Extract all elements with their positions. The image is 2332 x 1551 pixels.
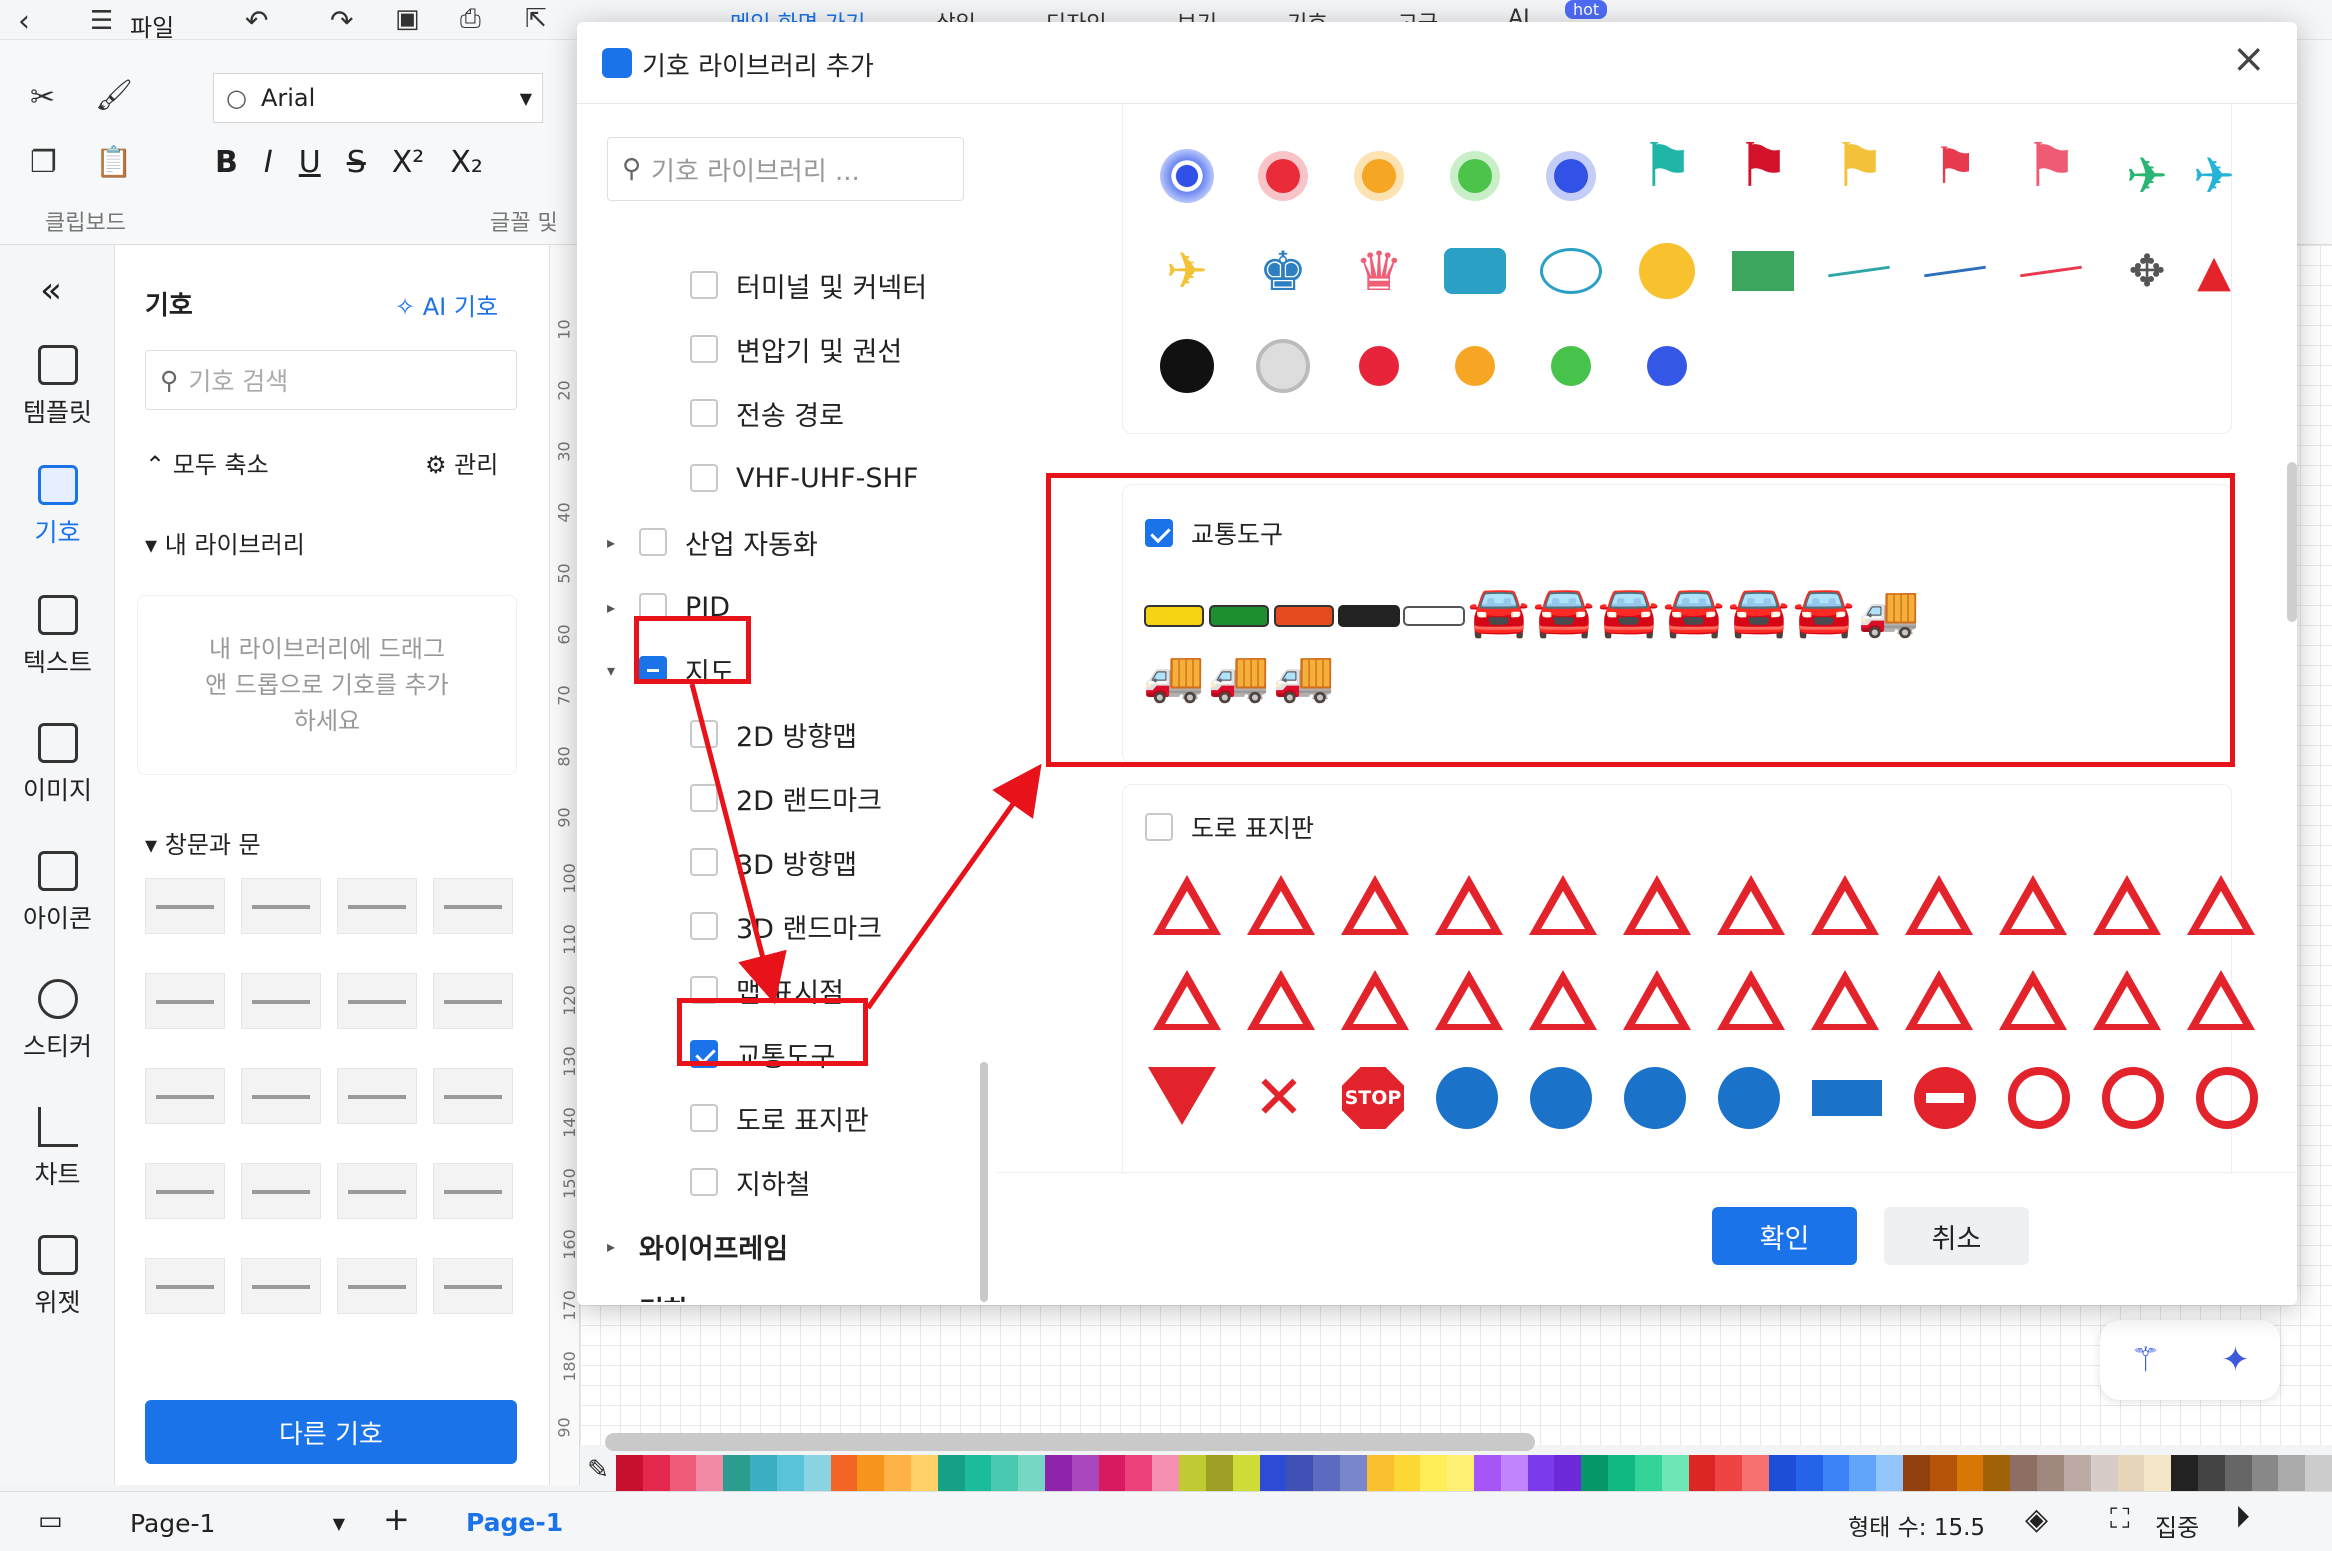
arrow-down <box>689 683 787 1005</box>
annotation-arrows <box>689 683 1042 1010</box>
arrow-right <box>865 763 1042 1010</box>
